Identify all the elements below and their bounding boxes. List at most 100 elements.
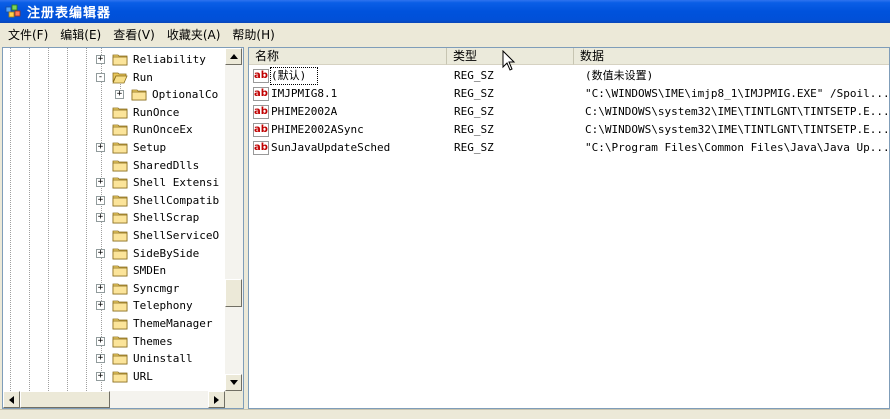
value-list-pane[interactable]: 名称 类型 数据 ab (默认) REG_SZ (数值未设置) ab IMJPMIG8.1… (248, 47, 890, 409)
value-row[interactable]: ab (默认) REG_SZ (数值未设置) (249, 67, 889, 85)
value-type: REG_SZ (454, 123, 494, 136)
tree-item-label: Themes (133, 334, 173, 348)
tree-item[interactable]: RunOnceEx (112, 121, 194, 138)
folder-icon (112, 177, 128, 189)
folder-icon (131, 89, 147, 101)
tree-item[interactable]: ShellServiceO (112, 227, 220, 244)
tree-item[interactable]: Syncmgr (112, 280, 180, 297)
status-bar (0, 409, 890, 419)
column-header-data[interactable]: 数据 (574, 48, 889, 65)
folder-icon (112, 124, 128, 136)
tree-item[interactable]: ShellScrap (112, 209, 200, 226)
string-value-icon: ab (253, 69, 269, 83)
folder-icon (112, 371, 128, 383)
tree-horizontal-scrollbar[interactable] (3, 391, 225, 408)
collapse-toggle[interactable]: - (96, 72, 105, 82)
tree-item[interactable]: ShellCompatib (112, 192, 220, 209)
value-name: SunJavaUpdateSched (271, 141, 391, 154)
menu-view[interactable]: 查看(V) (107, 24, 161, 45)
value-type: REG_SZ (454, 141, 494, 154)
tree-item[interactable]: SharedDlls (112, 157, 200, 174)
tree-item-label: SideBySide (133, 246, 200, 260)
tree-item[interactable]: SideBySide (112, 245, 200, 262)
folder-icon (112, 248, 128, 259)
horizontal-scroll-thumb[interactable] (20, 391, 110, 408)
arrow-down-icon (229, 380, 238, 385)
tree-item-label: ShellServiceO (133, 229, 220, 242)
scroll-left-button[interactable] (3, 391, 20, 408)
expand-toggle[interactable]: + (96, 301, 105, 311)
key-tree-pane[interactable]: + Reliability - Run + OptionalCo RunOnce RunOnc… (2, 47, 244, 409)
tree-item[interactable]: Uninstall (112, 350, 194, 367)
tree-item[interactable]: Run (112, 69, 154, 86)
value-row[interactable]: ab SunJavaUpdateSched REG_SZ "C:\Program Fi… (249, 139, 889, 157)
value-row[interactable]: ab IMJPMIG8.1 REG_SZ "C:\WINDOWS\IME\imjp8_… (249, 85, 889, 103)
tree-item-label: ShellCompatib (133, 193, 220, 207)
value-row[interactable]: ab PHIME2002A REG_SZ C:\WINDOWS\system32\IM… (249, 103, 889, 121)
expand-toggle[interactable]: + (96, 195, 105, 205)
scrollbar-corner (225, 391, 243, 408)
expand-toggle[interactable]: + (115, 90, 124, 100)
tree-item[interactable]: ThemeManager (112, 315, 213, 332)
tree-item-label: SharedDlls (133, 158, 200, 172)
expand-toggle[interactable]: + (96, 336, 105, 346)
value-name: PHIME2002A (271, 105, 338, 118)
tree-item[interactable]: Shell Extensi (112, 174, 220, 191)
value-data: "C:\WINDOWS\IME\imjp8_1\IMJPMIG.EXE" /Sp… (585, 87, 889, 100)
menu-favorites[interactable]: 收藏夹(A) (161, 24, 227, 45)
value-data: (数值未设置) (585, 69, 654, 82)
scroll-down-button[interactable] (225, 374, 242, 391)
expand-toggle[interactable]: + (96, 371, 105, 381)
folder-icon (112, 160, 128, 171)
registry-editor-icon (5, 4, 21, 18)
column-header-name[interactable]: 名称 (249, 48, 447, 65)
tree-item-label: Telephony (133, 299, 193, 313)
folder-icon (112, 336, 128, 347)
expand-toggle[interactable]: + (96, 354, 105, 364)
title-bar[interactable]: 注册表编辑器 (0, 0, 890, 23)
folder-icon (112, 195, 128, 207)
tree-item[interactable]: URL (112, 368, 154, 385)
tree-item-label: ThemeManager (133, 317, 213, 330)
tree-item[interactable]: Themes (112, 333, 174, 350)
tree-item[interactable]: Setup (112, 139, 167, 156)
tree-item[interactable]: OptionalCo (131, 86, 219, 103)
tree-item-label: Syncmgr (133, 281, 180, 295)
scroll-thumb[interactable] (225, 278, 242, 307)
tree-item[interactable]: RunOnce (112, 104, 180, 121)
expand-toggle[interactable]: + (96, 178, 105, 188)
folder-icon (112, 300, 128, 312)
folder-icon (112, 54, 128, 66)
folder-icon (112, 142, 128, 154)
expand-toggle[interactable]: + (96, 248, 105, 258)
tree-item-label: ShellScrap (133, 211, 200, 225)
folder-icon (112, 107, 128, 119)
expand-toggle[interactable]: + (96, 143, 105, 152)
tree-item[interactable]: Reliability (112, 51, 207, 68)
menu-help[interactable]: 帮助(H) (226, 24, 280, 45)
folder-icon (112, 353, 128, 365)
tree-item-label: RunOnce (133, 105, 180, 119)
menu-edit[interactable]: 编辑(E) (54, 24, 107, 45)
string-value-icon: ab (253, 87, 269, 101)
mouse-cursor-icon (502, 50, 516, 71)
scroll-right-button[interactable] (208, 391, 225, 408)
tree-item[interactable]: Telephony (112, 297, 194, 314)
arrow-right-icon (214, 395, 219, 404)
arrow-up-icon (229, 54, 238, 59)
value-row[interactable]: ab PHIME2002ASync REG_SZ C:\WINDOWS\system3… (249, 121, 889, 139)
tree-item[interactable]: SMDEn (112, 262, 167, 279)
scroll-up-button[interactable] (225, 48, 242, 65)
value-name: PHIME2002ASync (271, 123, 364, 136)
expand-toggle[interactable]: + (96, 283, 105, 293)
expand-toggle[interactable]: + (96, 55, 105, 64)
tree-item-label: URL (133, 369, 153, 383)
tree-vertical-scrollbar[interactable] (225, 48, 243, 391)
menu-file[interactable]: 文件(F) (2, 24, 54, 45)
tree-item-label: OptionalCo (152, 88, 219, 102)
expand-toggle[interactable]: + (96, 213, 105, 223)
tree-item-label: Setup (133, 141, 167, 154)
string-value-icon: ab (253, 105, 269, 119)
string-value-icon: ab (253, 123, 269, 137)
window-title: 注册表编辑器 (27, 6, 112, 21)
